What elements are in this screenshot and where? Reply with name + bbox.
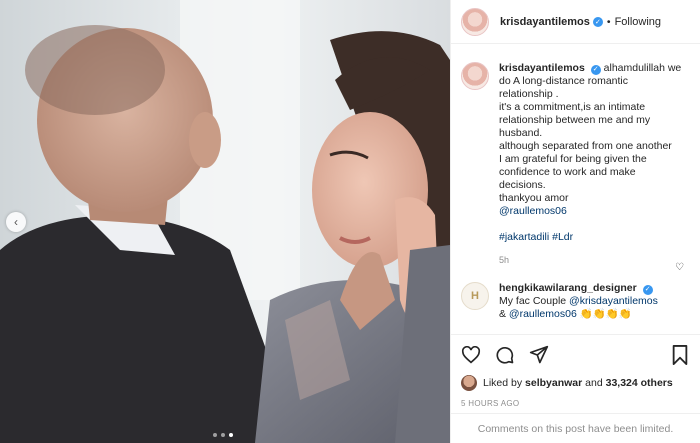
bookmark-icon[interactable] — [672, 344, 690, 366]
likes-prefix: Liked by — [483, 377, 523, 389]
caption-line: confidence to work and make — [499, 166, 636, 178]
comment-emojis: 👏👏👏👏 — [579, 308, 632, 320]
caption-line: relationship . — [499, 88, 559, 100]
comment-body: My fac Couple — [499, 295, 570, 307]
comments-limited-notice: Comments on this post have been limited. — [451, 413, 700, 443]
post-header: krisdayantilemos ✓ • Following — [451, 0, 700, 44]
caption-line: thankyou amor — [499, 192, 569, 204]
comment-like-heart-icon[interactable]: ♡ — [675, 262, 684, 273]
separator-dot: • — [606, 15, 611, 28]
previous-slide-button[interactable]: ‹ — [6, 212, 26, 232]
author-avatar[interactable] — [461, 7, 489, 36]
couple-photo — [0, 0, 450, 443]
caption-line: I am grateful for being given the — [499, 153, 647, 165]
share-icon[interactable] — [529, 344, 555, 366]
author-username[interactable]: krisdayantilemos — [500, 16, 590, 28]
likes-row: Liked by selbyanwar and 33,324 others — [461, 375, 690, 391]
caption-time: 5h — [499, 255, 510, 265]
caption-line: alhamdulillah we — [603, 62, 682, 74]
post-photo[interactable]: ‹ — [0, 0, 450, 443]
comment-icon[interactable] — [495, 344, 521, 366]
comment-body: & — [499, 308, 509, 320]
commenter-username[interactable]: hengkikawilarang_designer — [499, 282, 637, 294]
carousel-indicator — [213, 433, 233, 437]
comment-mention[interactable]: @krisdayantilemos — [569, 295, 658, 307]
chevron-left-icon: ‹ — [14, 215, 18, 229]
caption-line: it's a commitment,is an intimate — [499, 101, 646, 113]
verified-badge-icon: ✓ — [592, 16, 603, 27]
carousel-dot-active — [229, 433, 233, 437]
post-side-panel: krisdayantilemos ✓ • Following krisdayan… — [450, 0, 700, 443]
likes-middle: and — [585, 377, 603, 389]
posted-time: 5 HOURS AGO — [461, 399, 520, 408]
caption-line: husband. — [499, 127, 543, 139]
caption-username[interactable]: krisdayantilemos — [499, 62, 585, 74]
carousel-dot — [221, 433, 225, 437]
liker-username[interactable]: selbyanwar — [525, 377, 582, 389]
liker-avatar[interactable] — [461, 375, 477, 391]
action-icons — [461, 343, 690, 367]
comments-area[interactable]: krisdayantilemos ✓ alhamdulillah we do A… — [451, 44, 700, 334]
caption-line: do A long-distance romantic — [499, 75, 628, 87]
caption: krisdayantilemos ✓ alhamdulillah we do A… — [461, 62, 690, 267]
caption-line: although separated from one another — [499, 140, 672, 152]
comment-text: hengkikawilarang_designer ✓ My fac Coupl… — [499, 282, 684, 321]
instagram-post: ‹ krisdayantilemos ✓ • Following krisday… — [0, 0, 700, 443]
comment-mention[interactable]: @raullemos06 — [509, 308, 577, 320]
caption-text: krisdayantilemos ✓ alhamdulillah we do A… — [499, 62, 684, 267]
caption-line: relationship between me and my — [499, 114, 651, 126]
commenter-avatar[interactable]: H — [461, 282, 489, 310]
comment-item: H hengkikawilarang_designer ✓ My fac Cou… — [461, 282, 690, 321]
carousel-dot — [213, 433, 217, 437]
verified-badge-icon: ✓ — [590, 64, 601, 75]
heart-icon[interactable] — [461, 344, 487, 366]
following-button[interactable]: Following — [615, 16, 661, 28]
verified-badge-icon: ✓ — [642, 284, 653, 295]
likes-count[interactable]: 33,324 others — [606, 377, 673, 389]
caption-line: decisions. — [499, 179, 546, 191]
hashtags-link[interactable]: #jakartadili #Ldr — [499, 231, 684, 244]
caption-avatar[interactable] — [461, 62, 489, 90]
commenter-avatar-letter: H — [471, 290, 479, 302]
mention-link[interactable]: @raullemos06 — [499, 205, 684, 218]
